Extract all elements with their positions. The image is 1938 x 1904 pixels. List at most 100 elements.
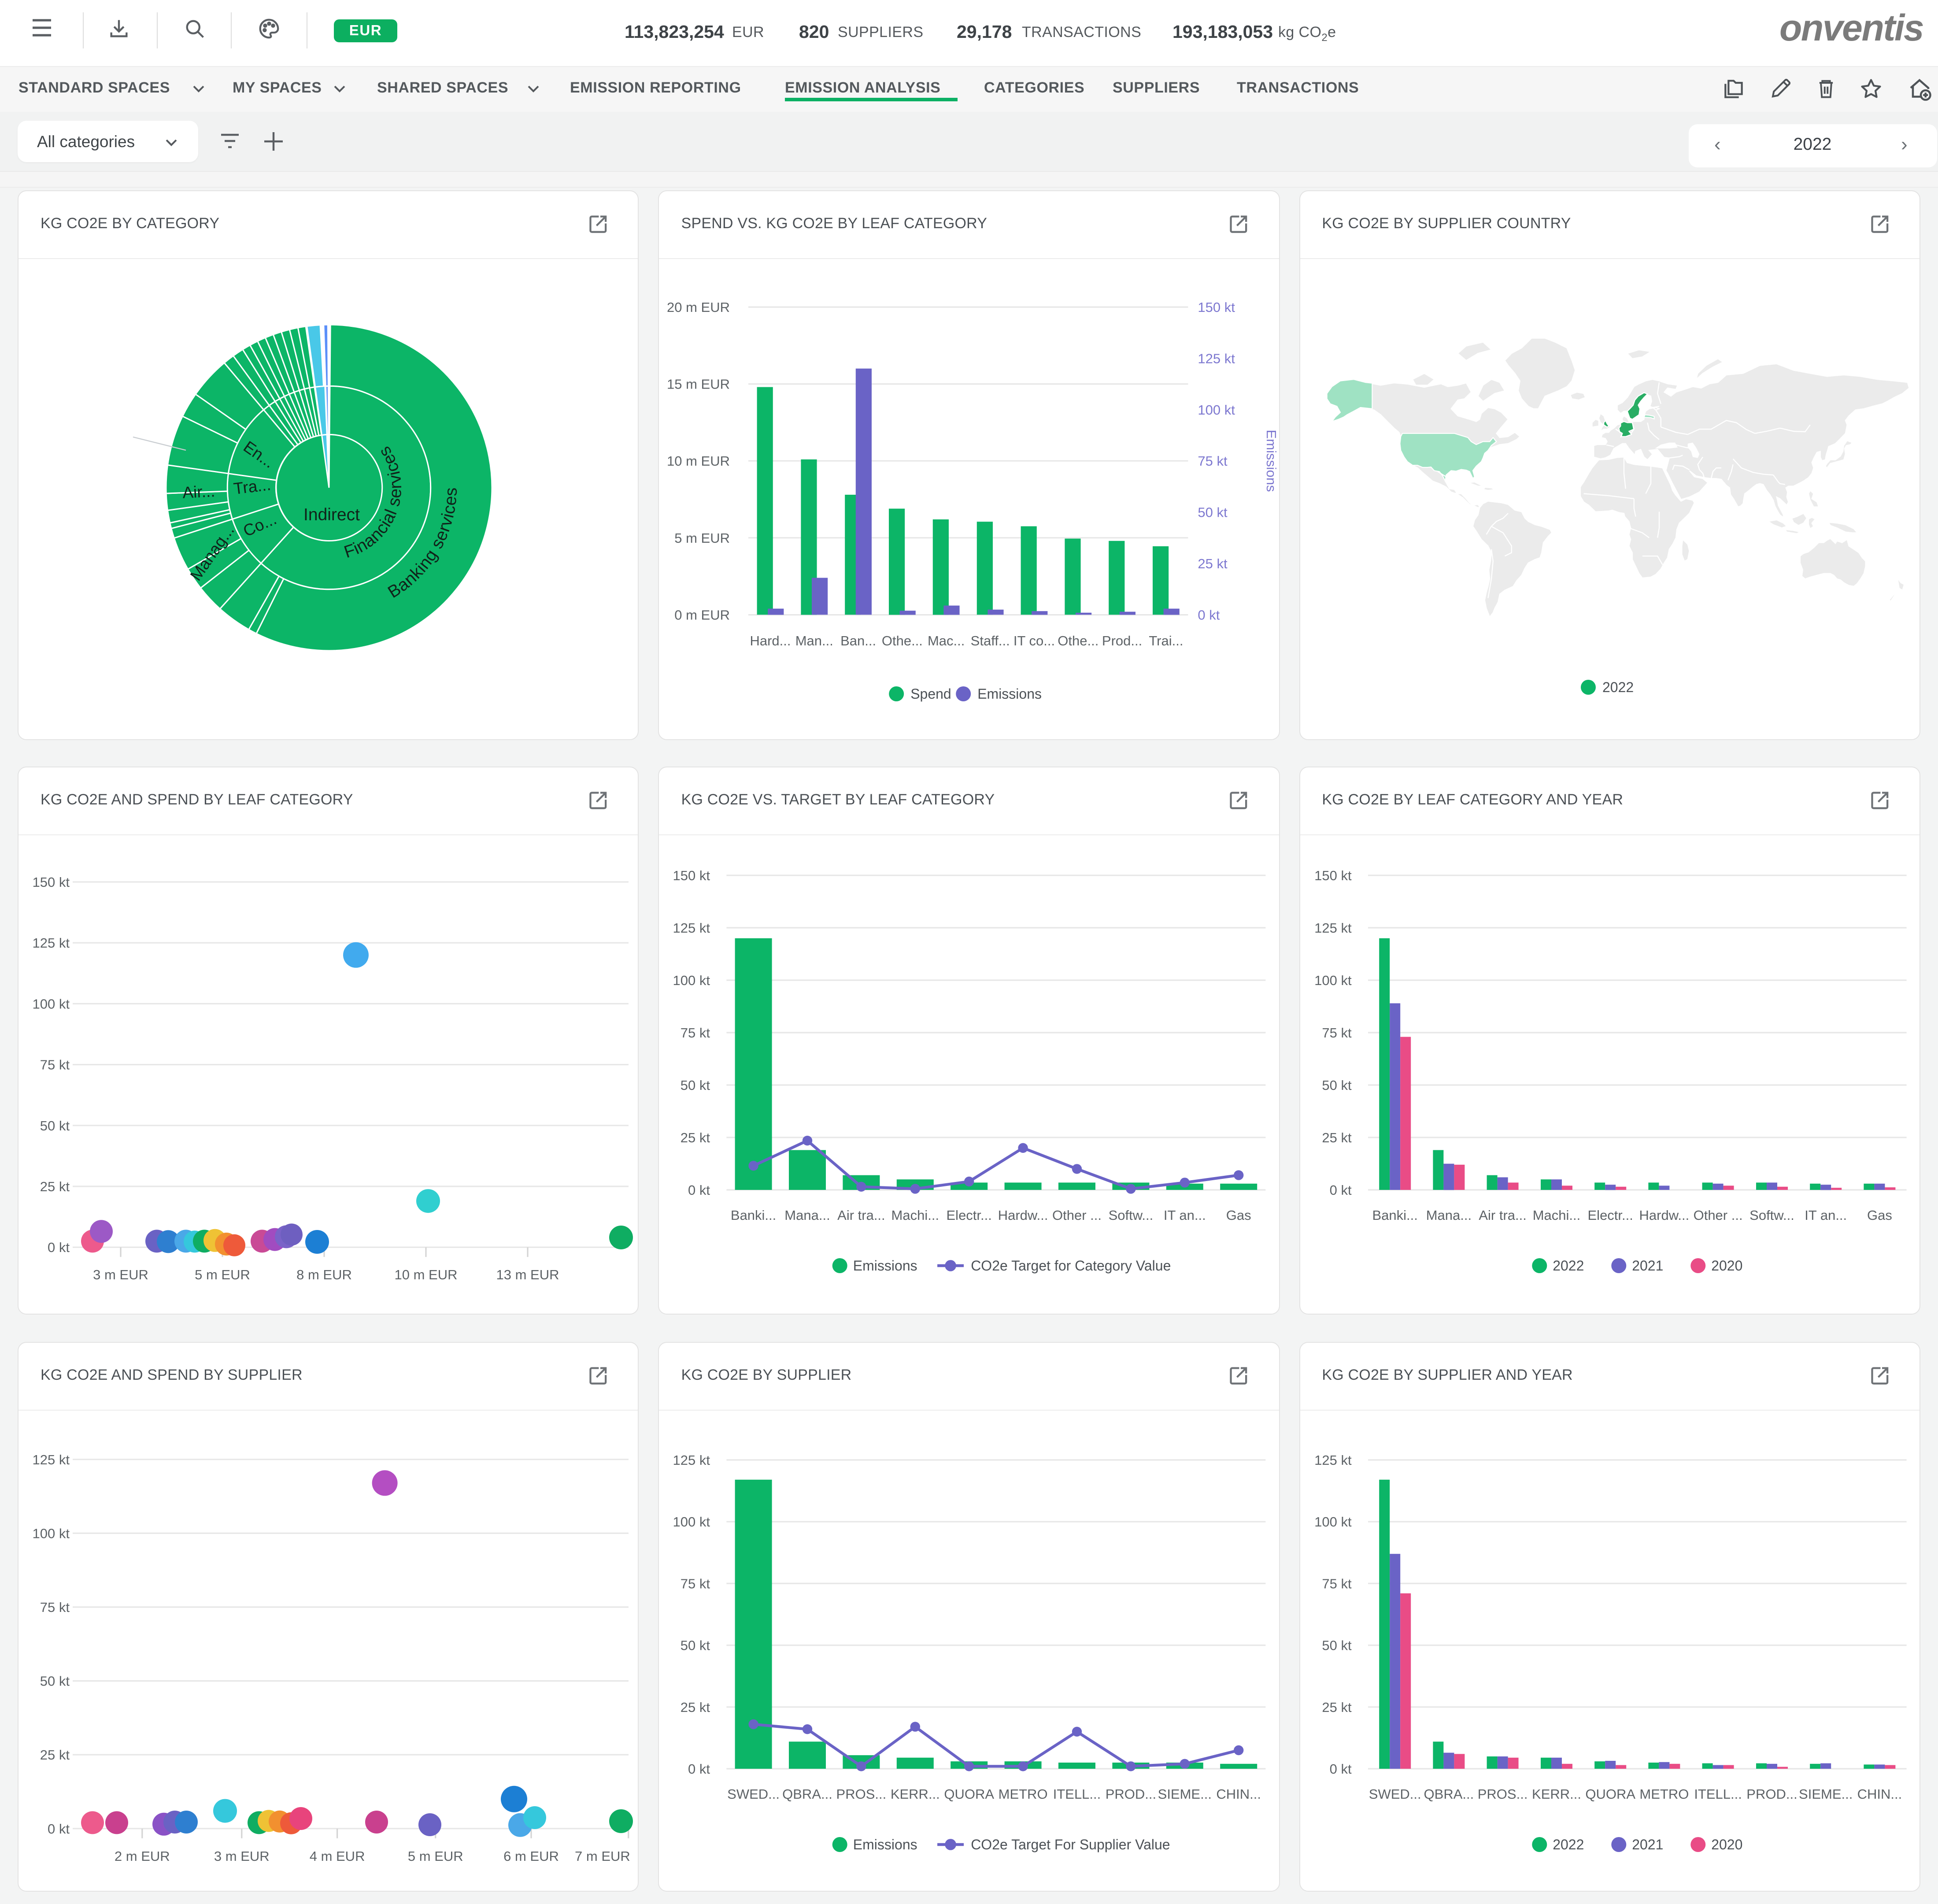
svg-text:2022: 2022	[1553, 1836, 1584, 1852]
svg-text:IT co...: IT co...	[1014, 633, 1055, 648]
svg-text:75 kt: 75 kt	[40, 1057, 70, 1073]
svg-text:Other ...: Other ...	[1693, 1208, 1742, 1223]
svg-text:75 kt: 75 kt	[681, 1025, 710, 1041]
svg-text:0 kt: 0 kt	[688, 1761, 710, 1776]
svg-text:2021: 2021	[1632, 1258, 1663, 1274]
svg-text:125 kt: 125 kt	[673, 920, 710, 936]
svg-text:Mana...: Mana...	[785, 1208, 830, 1223]
svg-text:Emissions: Emissions	[853, 1836, 917, 1852]
svg-text:Ban...: Ban...	[841, 633, 877, 648]
svg-text:125 kt: 125 kt	[1314, 920, 1352, 936]
svg-text:Mana...: Mana...	[1426, 1208, 1471, 1223]
svg-text:75 kt: 75 kt	[1198, 453, 1228, 469]
svg-text:0 kt: 0 kt	[688, 1182, 710, 1198]
svg-text:CO2e Target for Category Value: CO2e Target for Category Value	[971, 1258, 1171, 1274]
svg-text:Other ...: Other ...	[1053, 1208, 1102, 1223]
svg-text:QUORA: QUORA	[944, 1786, 995, 1801]
svg-text:150 kt: 150 kt	[673, 868, 710, 883]
svg-text:50 kt: 50 kt	[681, 1637, 710, 1653]
svg-text:Hardw...: Hardw...	[998, 1208, 1048, 1223]
svg-text:Electr...: Electr...	[947, 1208, 992, 1223]
svg-text:Emissions: Emissions	[978, 686, 1042, 702]
svg-text:CHIN...: CHIN...	[1217, 1786, 1261, 1801]
svg-text:Staff...: Staff...	[971, 633, 1010, 648]
svg-text:PROS...: PROS...	[1477, 1786, 1527, 1801]
svg-text:50 kt: 50 kt	[40, 1673, 70, 1689]
svg-text:2020: 2020	[1711, 1836, 1742, 1852]
svg-text:125 kt: 125 kt	[1314, 1452, 1352, 1467]
svg-text:125 kt: 125 kt	[33, 1452, 70, 1467]
svg-text:100 kt: 100 kt	[673, 973, 710, 988]
svg-text:5 m EUR: 5 m EUR	[195, 1267, 250, 1282]
svg-text:Softw...: Softw...	[1749, 1208, 1794, 1223]
svg-text:50 kt: 50 kt	[40, 1118, 70, 1134]
svg-text:10 m EUR: 10 m EUR	[395, 1267, 458, 1282]
svg-text:8 m EUR: 8 m EUR	[296, 1267, 352, 1282]
svg-text:100 kt: 100 kt	[673, 1514, 710, 1529]
svg-text:50 kt: 50 kt	[1322, 1637, 1352, 1653]
svg-text:Gas: Gas	[1867, 1208, 1892, 1223]
svg-text:Machi...: Machi...	[1532, 1208, 1580, 1223]
svg-text:Hard...: Hard...	[750, 633, 791, 648]
svg-text:SWED...: SWED...	[728, 1786, 780, 1801]
svg-text:5 m EUR: 5 m EUR	[675, 530, 730, 546]
svg-text:0 kt: 0 kt	[1329, 1761, 1351, 1776]
svg-text:75 kt: 75 kt	[40, 1599, 70, 1615]
svg-text:3 m EUR: 3 m EUR	[214, 1848, 270, 1863]
svg-text:75 kt: 75 kt	[1322, 1575, 1352, 1591]
svg-text:100 kt: 100 kt	[33, 996, 70, 1011]
svg-text:150 kt: 150 kt	[33, 874, 70, 890]
svg-text:Banki...: Banki...	[1372, 1208, 1417, 1223]
svg-text:Prod...: Prod...	[1102, 633, 1143, 648]
svg-text:IT an...: IT an...	[1164, 1208, 1206, 1223]
svg-text:150 kt: 150 kt	[1198, 300, 1235, 315]
svg-text:150 kt: 150 kt	[1314, 868, 1352, 883]
svg-text:METRO: METRO	[999, 1786, 1048, 1801]
svg-text:PROD...: PROD...	[1106, 1786, 1156, 1801]
svg-text:25 kt: 25 kt	[1198, 556, 1228, 571]
svg-text:2022: 2022	[1553, 1258, 1584, 1274]
svg-text:Gas: Gas	[1226, 1208, 1251, 1223]
svg-text:Emissions: Emissions	[853, 1258, 917, 1274]
svg-text:6 m EUR: 6 m EUR	[503, 1848, 559, 1863]
svg-text:20 m EUR: 20 m EUR	[667, 300, 730, 315]
svg-text:50 kt: 50 kt	[1198, 505, 1228, 520]
svg-text:0 kt: 0 kt	[48, 1240, 70, 1255]
svg-text:0 kt: 0 kt	[1198, 607, 1220, 622]
svg-text:25 kt: 25 kt	[681, 1699, 710, 1715]
svg-text:Spend: Spend	[911, 686, 952, 702]
svg-text:CO2e Target For Supplier Value: CO2e Target For Supplier Value	[971, 1836, 1170, 1852]
svg-text:Man...: Man...	[795, 633, 833, 648]
svg-text:100 kt: 100 kt	[1314, 973, 1352, 988]
svg-text:13 m EUR: 13 m EUR	[496, 1267, 559, 1282]
svg-text:125 kt: 125 kt	[33, 935, 70, 951]
svg-text:ITELL...: ITELL...	[1053, 1786, 1101, 1801]
svg-text:2022: 2022	[1602, 679, 1633, 695]
svg-text:Air...: Air...	[182, 482, 215, 502]
svg-text:100 kt: 100 kt	[1198, 402, 1235, 418]
svg-text:75 kt: 75 kt	[681, 1575, 710, 1591]
svg-text:PROD...: PROD...	[1746, 1786, 1797, 1801]
svg-text:Trai...: Trai...	[1149, 633, 1184, 648]
svg-text:SIEME...: SIEME...	[1158, 1786, 1212, 1801]
svg-text:125 kt: 125 kt	[1198, 351, 1235, 366]
svg-text:4 m EUR: 4 m EUR	[310, 1848, 365, 1863]
svg-text:0 kt: 0 kt	[48, 1821, 70, 1836]
svg-text:75 kt: 75 kt	[1322, 1025, 1352, 1041]
svg-text:25 kt: 25 kt	[40, 1747, 70, 1762]
svg-text:10 m EUR: 10 m EUR	[667, 453, 730, 469]
svg-text:QBRA...: QBRA...	[783, 1786, 833, 1801]
svg-text:QBRA...: QBRA...	[1424, 1786, 1474, 1801]
svg-text:25 kt: 25 kt	[1322, 1699, 1352, 1715]
svg-text:25 kt: 25 kt	[40, 1179, 70, 1194]
svg-text:100 kt: 100 kt	[33, 1525, 70, 1541]
svg-text:3 m EUR: 3 m EUR	[93, 1267, 148, 1282]
svg-text:50 kt: 50 kt	[1322, 1078, 1352, 1093]
svg-text:Emissions: Emissions	[1264, 430, 1280, 492]
svg-text:Banki...: Banki...	[731, 1208, 776, 1223]
svg-text:CHIN...: CHIN...	[1857, 1786, 1902, 1801]
svg-text:IT an...: IT an...	[1805, 1208, 1847, 1223]
svg-text:50 kt: 50 kt	[681, 1078, 710, 1093]
svg-text:0 kt: 0 kt	[1329, 1182, 1351, 1198]
svg-text:METRO: METRO	[1639, 1786, 1689, 1801]
